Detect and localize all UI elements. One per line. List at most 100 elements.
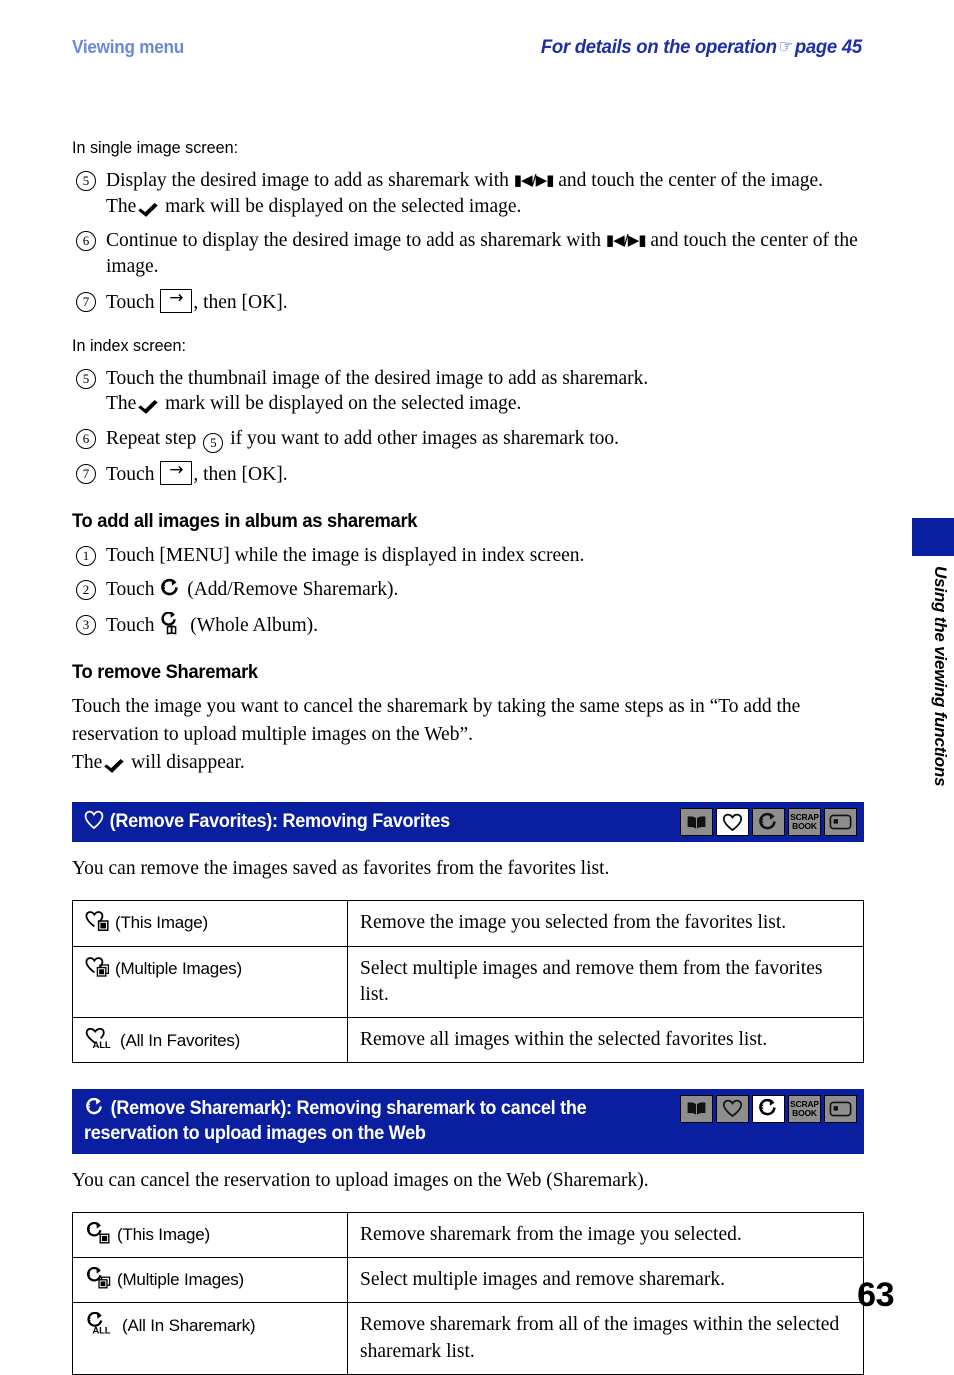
step-text: Touch the thumbnail image of the desired… xyxy=(106,367,649,389)
step-text-cont: (Add/Remove Sharemark). xyxy=(187,579,399,601)
step-text-cont: if you want to add other images as share… xyxy=(230,428,619,450)
sharemark-all-icon: ALL xyxy=(86,1312,116,1335)
step-text-cont: , then [OK]. xyxy=(193,291,288,313)
step-text-the: The xyxy=(106,195,137,217)
arrow-right-button-icon xyxy=(160,459,193,485)
step-number: 3 xyxy=(76,615,96,636)
step-text-cont: (Whole Album). xyxy=(190,615,319,637)
section-heading-remove-sharemark: To remove Sharemark xyxy=(72,660,258,683)
heart-icon[interactable] xyxy=(716,1094,749,1123)
step-number: 2 xyxy=(76,580,96,601)
favorites-intro-text: You can remove the images saved as favor… xyxy=(72,858,610,880)
remove-para-tail: will disappear. xyxy=(131,752,245,774)
page-body: In single image screen: 5 Display the de… xyxy=(72,138,872,1375)
step-text-tail: mark will be displayed on the selected i… xyxy=(165,393,522,415)
scrap-book-icon[interactable]: SCRAP BOOK xyxy=(788,1094,821,1123)
step-item: 6 Repeat step 5 if you want to add other… xyxy=(72,426,872,454)
sharemark-icon xyxy=(85,1097,105,1118)
header-ref-page: page 45 xyxy=(794,36,862,58)
step-text-cont: , then [OK]. xyxy=(193,463,288,485)
table-remove-sharemark: (This Image) Remove sharemark from the i… xyxy=(72,1212,864,1375)
page-title: Viewing menu xyxy=(72,36,185,57)
step-number: 7 xyxy=(76,463,96,484)
prev-next-buttons-icon: ▮◀/▶▮ xyxy=(513,171,555,189)
step-item: 7 Touch , then [OK]. xyxy=(72,287,872,316)
table-cell-description: Remove all images within the selected fa… xyxy=(347,1016,864,1063)
book-icon[interactable] xyxy=(680,1094,713,1123)
remove-para-the: The xyxy=(72,752,103,774)
remove-paragraph-line-3: The will disappear. xyxy=(72,750,872,776)
table-cell-description: Remove sharemark from the image you sele… xyxy=(347,1212,864,1259)
pointing-hand-icon: ☞ xyxy=(778,37,794,56)
sharemark-icon xyxy=(160,578,181,599)
step-number: 7 xyxy=(76,291,96,312)
running-header: Viewing menu For details on the operatio… xyxy=(72,36,862,70)
page-number: 63 xyxy=(857,1276,894,1314)
step-item: 5 Touch the thumbnail image of the desir… xyxy=(72,366,872,417)
svg-text:ALL: ALL xyxy=(93,1040,111,1049)
heart-icon[interactable] xyxy=(716,808,749,837)
sharemark-intro-text: You can cancel the reservation to upload… xyxy=(72,1170,649,1192)
table-row: ALL (All In Sharemark) Remove sharemark … xyxy=(72,1302,864,1375)
table-cell-description: Select multiple images and remove them f… xyxy=(347,945,864,1018)
step-number: 6 xyxy=(76,429,96,450)
icon-strip-sharemark: SCRAP BOOK xyxy=(680,1094,857,1123)
sharemark-icon[interactable] xyxy=(752,808,785,837)
index-screen-label: In index screen: xyxy=(72,335,187,355)
svg-text:ALL: ALL xyxy=(92,1326,110,1335)
step-number: 6 xyxy=(76,231,96,252)
remove-paragraph-line-1: Touch the image you want to cancel the s… xyxy=(72,695,801,717)
step-text: Touch [MENU] while the image is displaye… xyxy=(106,544,585,566)
banner-remove-sharemark: (Remove Sharemark): Removing sharemark t… xyxy=(72,1088,864,1155)
table-cell-label-text: (Multiple Images) xyxy=(115,958,242,978)
table-cell-label-text: (Multiple Images) xyxy=(117,1270,244,1290)
check-mark-icon xyxy=(107,753,126,772)
table-cell-label: (This Image) xyxy=(72,900,348,947)
table-cell-label-text: (This Image) xyxy=(115,913,209,933)
check-mark-icon xyxy=(141,394,160,413)
step-text-cont: and touch the center of the image. xyxy=(558,170,824,191)
table-cell-label: (This Image) xyxy=(72,1212,348,1259)
table-cell-label-text: (All In Sharemark) xyxy=(122,1316,256,1336)
step-number: 5 xyxy=(76,368,96,389)
step-text: Touch xyxy=(106,291,155,313)
step-text-the: The xyxy=(106,393,137,415)
check-mark-icon xyxy=(141,197,160,216)
sharemark-icon[interactable] xyxy=(752,1094,785,1123)
side-tab-label: Using the viewing functions xyxy=(931,566,950,787)
step-item: 1 Touch [MENU] while the image is displa… xyxy=(72,543,872,569)
side-tab-marker xyxy=(912,518,954,556)
table-cell-label: ALL (All In Sharemark) xyxy=(72,1302,348,1375)
whole-album-icon xyxy=(160,612,184,635)
banner-title-text: (Remove Favorites): Removing Favorites xyxy=(109,811,451,833)
prev-next-buttons-icon: ▮◀/▶▮ xyxy=(605,231,647,250)
step-number: 5 xyxy=(76,171,96,191)
step-text-tail: mark will be displayed on the selected i… xyxy=(165,195,522,217)
step-item: 3 Touch (Whole Album). xyxy=(72,612,872,639)
arrow-right-button-icon xyxy=(160,287,193,313)
header-ref-text-before: For details on the operation xyxy=(541,36,777,58)
screen-icon[interactable] xyxy=(824,808,857,837)
banner-remove-favorites: (Remove Favorites): Removing Favorites S… xyxy=(72,802,864,843)
icon-strip-favorites: SCRAP BOOK xyxy=(680,808,857,837)
scrap-book-icon[interactable]: SCRAP BOOK xyxy=(788,808,821,837)
step-item: 7 Touch , then [OK]. xyxy=(72,459,872,488)
screen-icon[interactable] xyxy=(824,1094,857,1123)
step-text: Display the desired image to add as shar… xyxy=(106,170,509,191)
table-cell-label-text: (All In Favorites) xyxy=(120,1030,241,1050)
step-item: 2 Touch (Add/Remove Sharemark). xyxy=(72,577,872,603)
step-reference-number: 5 xyxy=(203,433,224,454)
table-cell-label-text: (This Image) xyxy=(117,1225,211,1245)
table-cell-description: Remove the image you selected from the f… xyxy=(347,900,864,947)
step-text: Touch xyxy=(106,463,155,485)
table-row: (This Image) Remove sharemark from the i… xyxy=(72,1212,864,1259)
step-text: Touch xyxy=(106,579,155,601)
table-remove-favorites: (This Image) Remove the image you select… xyxy=(72,900,864,1063)
table-cell-description: Select multiple images and remove sharem… xyxy=(347,1257,864,1304)
heart-all-icon: ALL xyxy=(85,1027,115,1049)
section-heading-add-all: To add all images in album as sharemark xyxy=(72,509,418,532)
heart-outline-icon xyxy=(84,810,104,830)
sharemark-multiple-images-icon xyxy=(86,1267,111,1289)
step-text: Touch xyxy=(106,615,155,637)
book-icon[interactable] xyxy=(680,808,713,837)
